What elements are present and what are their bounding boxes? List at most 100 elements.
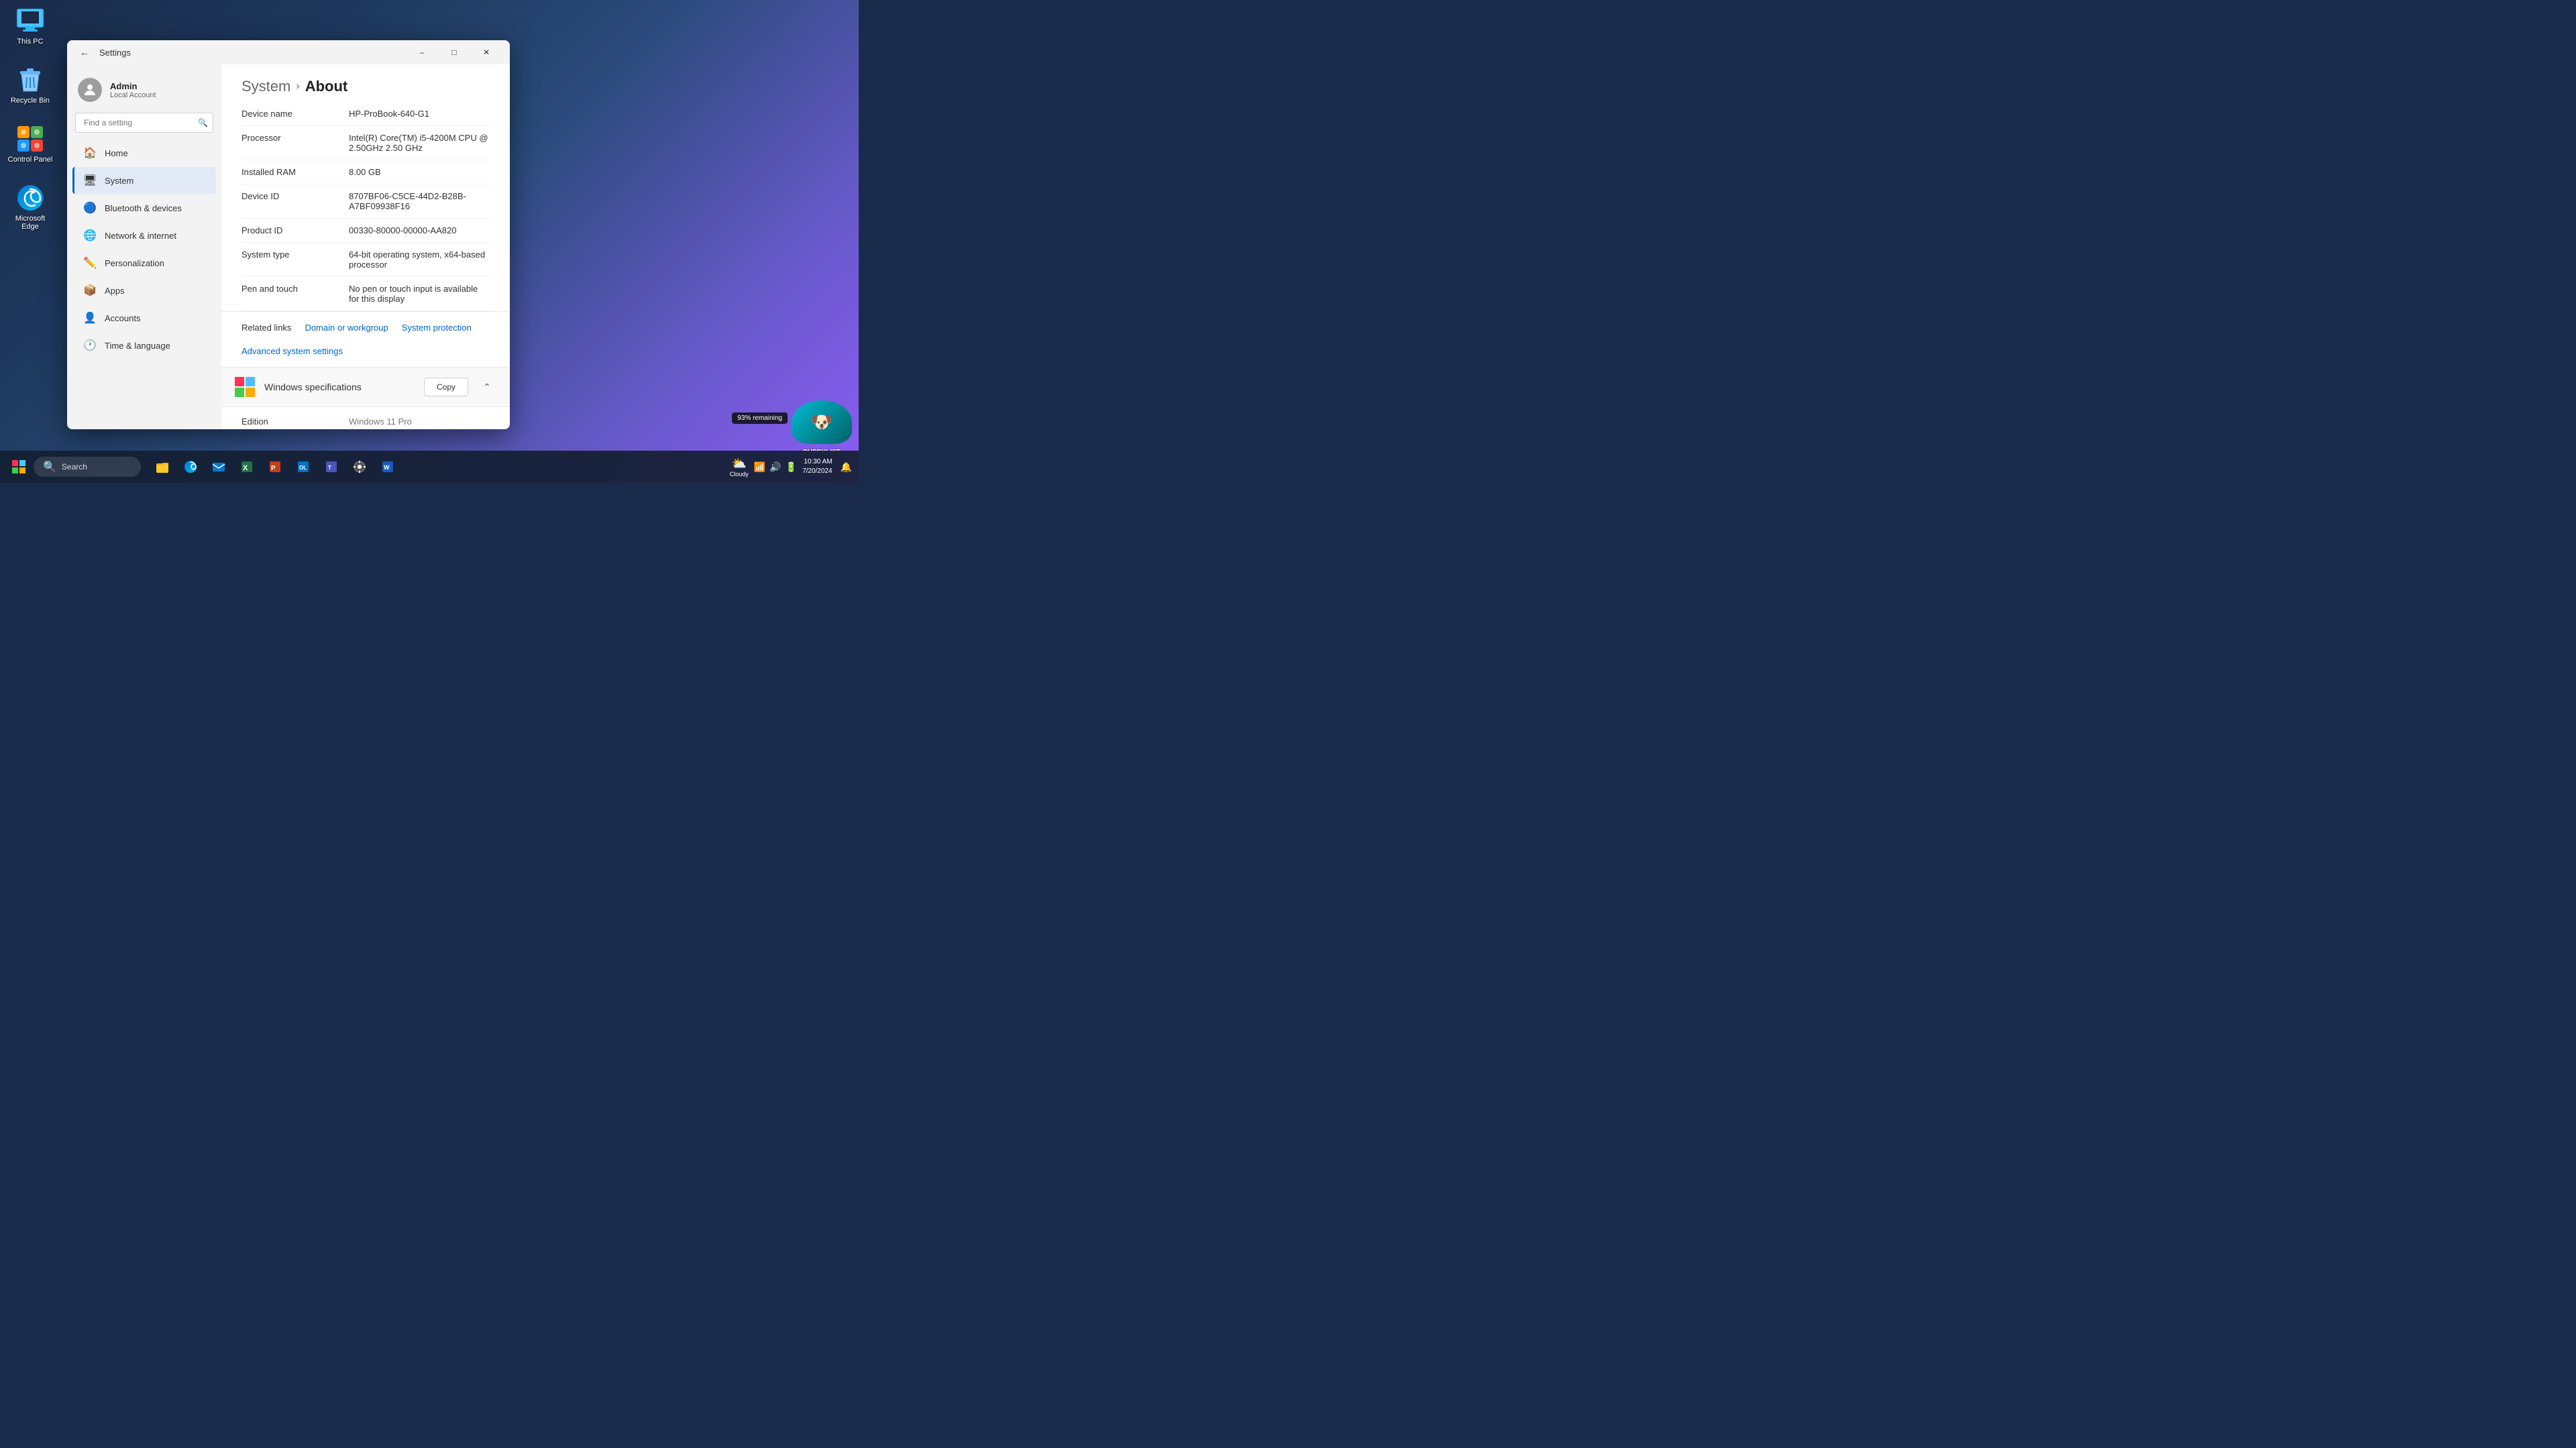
battery-icon[interactable]: 🔋 (786, 461, 797, 473)
copy-button[interactable]: Copy (424, 378, 468, 396)
recycle-bin-icon[interactable]: Recycle Bin (7, 66, 54, 105)
avatar (78, 78, 102, 102)
recycle-bin-label: Recycle Bin (11, 97, 50, 105)
spec-label-pen-touch: Pen and touch (241, 284, 349, 304)
edge-label: Microsoft Edge (7, 215, 54, 231)
system-icon: 🖥 (83, 174, 97, 187)
spec-label-device-name: Device name (241, 109, 349, 119)
spec-label-device-id: Device ID (241, 191, 349, 211)
notification-icon[interactable]: 🔔 (841, 461, 852, 473)
title-bar: ← Settings – □ ✕ (67, 40, 510, 64)
edge-icon[interactable]: Microsoft Edge (7, 184, 54, 231)
windows-spec-header: Windows specifications Copy ⌃ (221, 368, 510, 407)
taskbar-files[interactable] (149, 453, 176, 480)
breadcrumb-arrow: › (296, 80, 299, 93)
svg-text:P: P (271, 465, 276, 472)
spec-value-device-id: 8707BF06-C5CE-44D2-B28B-A7BF09938F16 (349, 191, 490, 211)
taskbar-outlook[interactable]: OL (290, 453, 317, 480)
sidebar-item-home[interactable]: 🏠 Home (72, 140, 216, 166)
spec-label-product-id: Product ID (241, 225, 349, 235)
sidebar-item-accounts[interactable]: 👤 Accounts (72, 304, 216, 331)
domain-link[interactable]: Domain or workgroup (305, 323, 388, 333)
sidebar-item-personalization[interactable]: ✏️ Personalization (72, 249, 216, 276)
network-tray-icon[interactable]: 📶 (754, 461, 765, 473)
taskbar-settings-app[interactable] (346, 453, 373, 480)
apps-icon: 📦 (83, 284, 97, 297)
weather-widget[interactable]: ⛅ Cloudy (730, 457, 749, 478)
user-text: Admin Local Account (110, 81, 156, 99)
spec-row-device-name: Device name HP-ProBook-640-G1 (241, 102, 490, 126)
taskbar-powerpoint[interactable]: P (262, 453, 288, 480)
windows-spec-table: Edition Windows 11 Pro Version 23H2 Inst… (221, 407, 510, 429)
sidebar-item-system[interactable]: 🖥 System (72, 167, 216, 194)
control-panel-image (16, 125, 44, 153)
advanced-system-link[interactable]: Advanced system settings (241, 346, 343, 356)
user-name: Admin (110, 81, 156, 91)
system-protection-link[interactable]: System protection (402, 323, 472, 333)
taskbar-search[interactable]: 🔍 Search (34, 457, 141, 477)
puppy-face: 🐶 (792, 400, 852, 444)
battery-tooltip: 93% remaining (732, 412, 788, 424)
taskbar-mail[interactable] (205, 453, 232, 480)
puppy-watermark: 93% remaining 🐶 PUPPYLIST (732, 400, 852, 444)
date-display: 7/20/2024 (802, 467, 833, 476)
system-label: System (105, 176, 133, 186)
taskbar-word[interactable]: W (374, 453, 401, 480)
win-spec-value-edition: Windows 11 Pro (349, 416, 412, 427)
minimize-button[interactable]: – (407, 42, 437, 63)
spec-label-processor: Processor (241, 133, 349, 153)
volume-icon[interactable]: 🔊 (769, 461, 781, 473)
this-pc-icon[interactable]: This PC (7, 7, 54, 46)
sidebar-item-time-language[interactable]: 🕐 Time & language (72, 332, 216, 359)
bluetooth-icon: 🔵 (83, 201, 97, 215)
control-panel-icon[interactable]: Control Panel (7, 125, 54, 164)
taskbar-teams[interactable]: T (318, 453, 345, 480)
sidebar-item-bluetooth[interactable]: 🔵 Bluetooth & devices (72, 194, 216, 221)
search-box: 🔍 (75, 113, 213, 133)
sidebar-item-network[interactable]: 🌐 Network & internet (72, 222, 216, 249)
maximize-button[interactable]: □ (439, 42, 470, 63)
taskbar-right: ⛅ Cloudy 📶 🔊 🔋 10:30 AM 7/20/2024 🔔 (730, 457, 852, 478)
svg-text:T: T (328, 465, 331, 471)
desktop-icons: This PC Recycle Bin (7, 7, 54, 231)
win-logo-q2 (246, 377, 255, 386)
collapse-button[interactable]: ⌃ (478, 378, 496, 396)
spec-value-system-type: 64-bit operating system, x64-based proce… (349, 249, 490, 270)
datetime-display[interactable]: 10:30 AM 7/20/2024 (802, 457, 833, 476)
win-spec-label-edition: Edition (241, 416, 349, 427)
user-info: Admin Local Account (67, 71, 221, 113)
user-type: Local Account (110, 91, 156, 99)
recycle-bin-image (16, 66, 44, 94)
desktop: This PC Recycle Bin (0, 0, 859, 483)
puppy-logo-container: 🐶 PUPPYLIST (792, 400, 852, 444)
sidebar: Admin Local Account 🔍 🏠 Home 🖥 System (67, 64, 221, 429)
control-panel-label: Control Panel (8, 156, 53, 164)
device-specs-table: Device name HP-ProBook-640-G1 Processor … (221, 102, 510, 311)
breadcrumb-about: About (305, 78, 348, 95)
start-button[interactable] (7, 455, 31, 479)
svg-text:OL: OL (299, 465, 307, 471)
spec-label-system-type: System type (241, 249, 349, 270)
time-icon: 🕐 (83, 339, 97, 352)
search-text: Search (62, 462, 87, 471)
spec-row-processor: Processor Intel(R) Core(TM) i5-4200M CPU… (241, 126, 490, 160)
taskbar-apps: X P OL T (149, 453, 401, 480)
search-input[interactable] (75, 113, 213, 133)
weather-text: Cloudy (730, 471, 749, 478)
spec-value-processor: Intel(R) Core(TM) i5-4200M CPU @ 2.50GHz… (349, 133, 490, 153)
taskbar-office[interactable]: X (233, 453, 260, 480)
spec-label-ram: Installed RAM (241, 167, 349, 177)
taskbar-edge[interactable] (177, 453, 204, 480)
system-tray: 📶 🔊 🔋 (754, 461, 797, 473)
win-logo-q3 (235, 388, 244, 397)
close-button[interactable]: ✕ (471, 42, 502, 63)
network-icon: 🌐 (83, 229, 97, 242)
svg-text:W: W (384, 464, 390, 471)
breadcrumb-system: System (241, 78, 290, 95)
settings-window: ← Settings – □ ✕ (67, 40, 510, 429)
main-content: System › About Device name HP-ProBook-64… (221, 64, 510, 429)
search-icon: 🔍 (198, 118, 208, 127)
back-button[interactable]: ← (75, 43, 94, 62)
spec-value-product-id: 00330-80000-00000-AA820 (349, 225, 490, 235)
sidebar-item-apps[interactable]: 📦 Apps (72, 277, 216, 304)
